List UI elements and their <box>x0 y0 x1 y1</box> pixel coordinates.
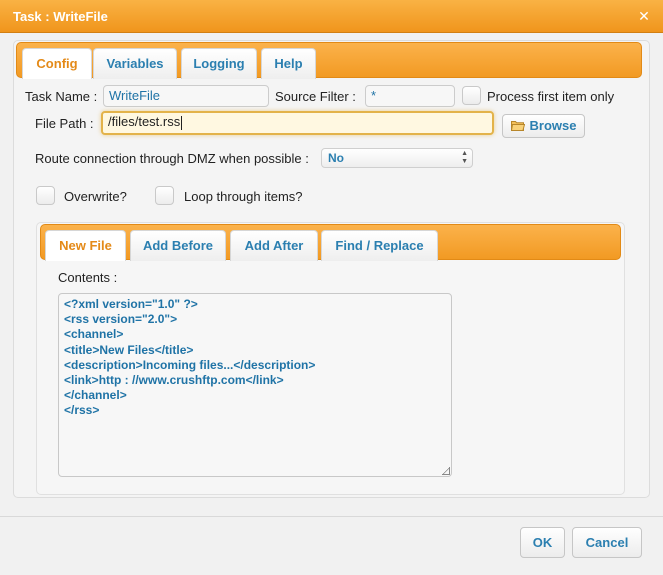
browse-button[interactable]: Browse <box>502 114 585 138</box>
footer-divider <box>0 516 663 517</box>
tab-find-replace[interactable]: Find / Replace <box>321 230 438 261</box>
contents-textarea[interactable]: <?xml version="1.0" ?> <rss version="2.0… <box>58 293 452 477</box>
contents-label: Contents : <box>58 270 118 285</box>
overwrite-label: Overwrite? <box>64 189 127 204</box>
loop-label: Loop through items? <box>184 189 303 204</box>
overwrite-checkbox[interactable] <box>36 186 55 205</box>
tab-add-before[interactable]: Add Before <box>130 230 226 261</box>
file-path-value: /files/test.rss <box>108 114 181 129</box>
ok-button[interactable]: OK <box>520 527 565 558</box>
dmz-label: Route connection through DMZ when possib… <box>35 151 309 166</box>
chevron-updown-icon: ▲ ▼ <box>461 150 468 165</box>
task-name-label: Task Name : <box>25 89 98 104</box>
sub-tab-bar: New File Add Before Add After Find / Rep… <box>40 224 621 261</box>
tab-logging[interactable]: Logging <box>181 48 257 79</box>
loop-checkbox[interactable] <box>155 186 174 205</box>
file-path-label: File Path : <box>35 116 94 131</box>
title-bar: Task : WriteFile ✕ <box>0 0 663 33</box>
tab-new-file[interactable]: New File <box>45 230 126 261</box>
file-path-input[interactable]: /files/test.rss <box>101 111 494 135</box>
window-title: Task : WriteFile <box>13 9 108 24</box>
resize-grip-icon[interactable] <box>442 467 450 475</box>
source-filter-label: Source Filter : <box>275 89 356 104</box>
tab-variables[interactable]: Variables <box>93 48 177 79</box>
close-icon[interactable]: ✕ <box>637 9 651 23</box>
task-name-input[interactable]: WriteFile <box>103 85 269 107</box>
text-cursor <box>181 115 183 130</box>
main-tab-bar: Config Variables Logging Help <box>16 42 642 79</box>
dmz-select-value: No <box>328 151 344 165</box>
tab-config[interactable]: Config <box>22 48 92 79</box>
tab-add-after[interactable]: Add After <box>230 230 318 261</box>
browse-label: Browse <box>529 118 577 133</box>
process-first-checkbox[interactable] <box>462 86 481 105</box>
tab-help[interactable]: Help <box>261 48 316 79</box>
source-filter-input[interactable]: * <box>365 85 455 107</box>
contents-text: <?xml version="1.0" ?> <rss version="2.0… <box>64 297 316 418</box>
folder-icon <box>510 116 525 138</box>
process-first-label: Process first item only <box>487 89 615 104</box>
cancel-button[interactable]: Cancel <box>572 527 642 558</box>
dmz-select[interactable]: No ▲ ▼ <box>321 148 473 168</box>
